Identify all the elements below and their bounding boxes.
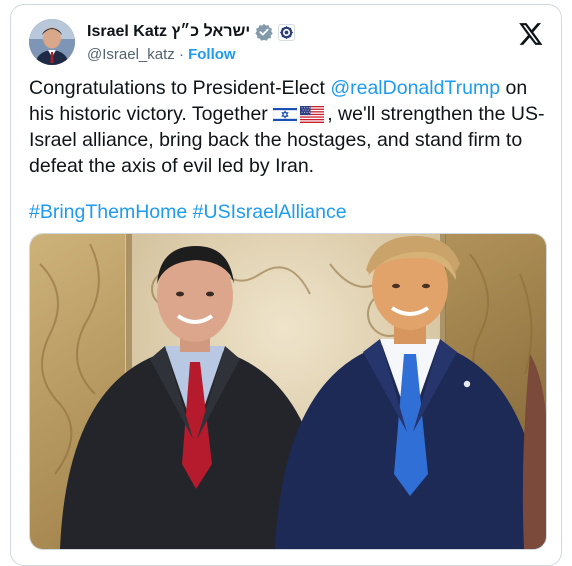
hashtag-link[interactable]: #BringThemHome xyxy=(29,201,187,223)
separator-dot: · xyxy=(178,46,184,63)
handle-line: @Israel_katz · Follow xyxy=(87,46,236,63)
usa-flag-icon xyxy=(300,106,325,123)
israel-flag-icon xyxy=(273,106,298,123)
hashtag-link[interactable]: #USIsraelAlliance xyxy=(193,201,347,223)
follow-button[interactable]: Follow xyxy=(188,46,236,63)
government-affiliation-icon xyxy=(278,23,296,41)
x-logo-icon[interactable] xyxy=(517,21,543,47)
hashtags: #BringThemHome #USIsraelAlliance xyxy=(29,199,347,225)
photo-illustration xyxy=(30,234,546,549)
tweet-photo[interactable] xyxy=(29,233,547,550)
display-name[interactable]: Israel Katz ישראל כ״ץ xyxy=(87,23,250,41)
mention-link[interactable]: @realDonaldTrump xyxy=(330,77,500,99)
tweet-card[interactable]: Israel Katz ישראל כ״ץ @Israel_katz · Fol… xyxy=(10,4,562,566)
author-name-line: Israel Katz ישראל כ״ץ xyxy=(87,23,296,41)
avatar[interactable] xyxy=(29,19,75,65)
tweet-text: Congratulations to President-Elect @real… xyxy=(29,75,549,179)
handle[interactable]: @Israel_katz xyxy=(87,46,175,63)
verified-badge-icon xyxy=(255,23,273,41)
tweet-text-part-1: Congratulations to President-Elect xyxy=(29,77,331,99)
tweet-header: Israel Katz ישראל כ״ץ @Israel_katz · Fol… xyxy=(29,19,543,69)
